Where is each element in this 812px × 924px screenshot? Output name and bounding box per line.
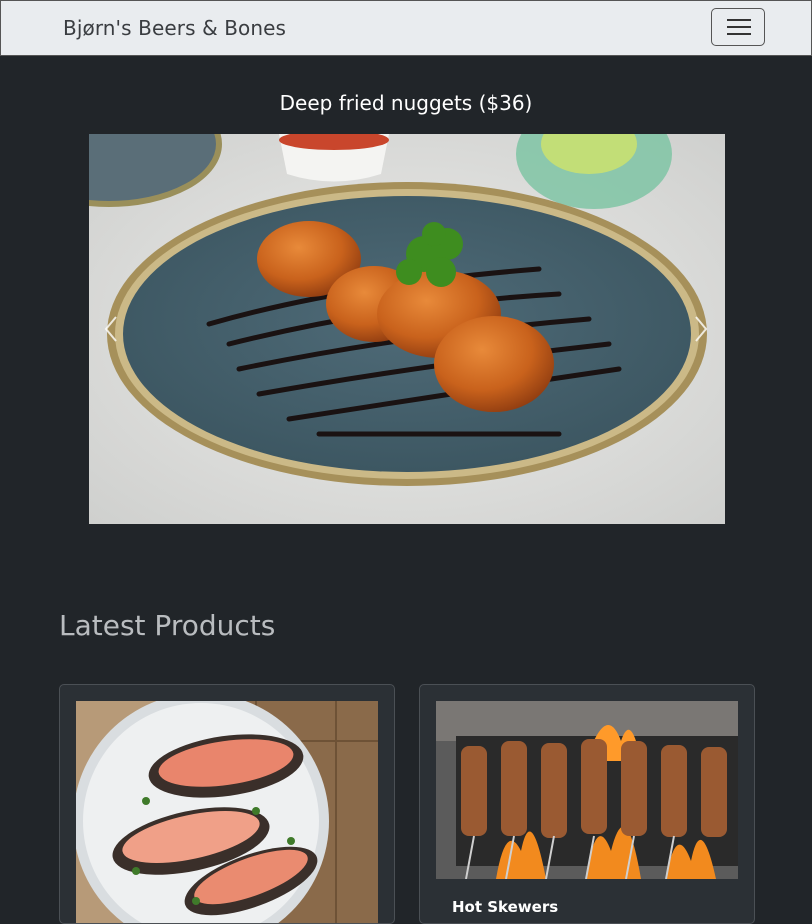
nuggets-photo xyxy=(89,134,725,524)
brand-link[interactable]: Bjørn's Beers & Bones xyxy=(63,16,286,40)
carousel-next-button[interactable] xyxy=(691,309,711,349)
carousel-prev-button[interactable] xyxy=(101,309,121,349)
product-image xyxy=(76,701,378,923)
section-title: Latest Products xyxy=(59,609,276,642)
navbar: Bjørn's Beers & Bones xyxy=(0,0,812,56)
navbar-toggler-button[interactable] xyxy=(711,8,765,46)
product-image xyxy=(436,701,738,879)
product-card[interactable] xyxy=(59,684,395,924)
product-card[interactable]: Hot Skewers xyxy=(419,684,755,924)
carousel-caption: Deep fried nuggets ($36) xyxy=(279,91,533,115)
salmon-toast-photo xyxy=(76,701,378,923)
chevron-right-icon xyxy=(695,316,708,342)
chevron-left-icon xyxy=(104,316,117,342)
carousel xyxy=(89,134,725,524)
product-title: Hot Skewers xyxy=(452,898,559,916)
skewers-photo xyxy=(436,701,738,879)
